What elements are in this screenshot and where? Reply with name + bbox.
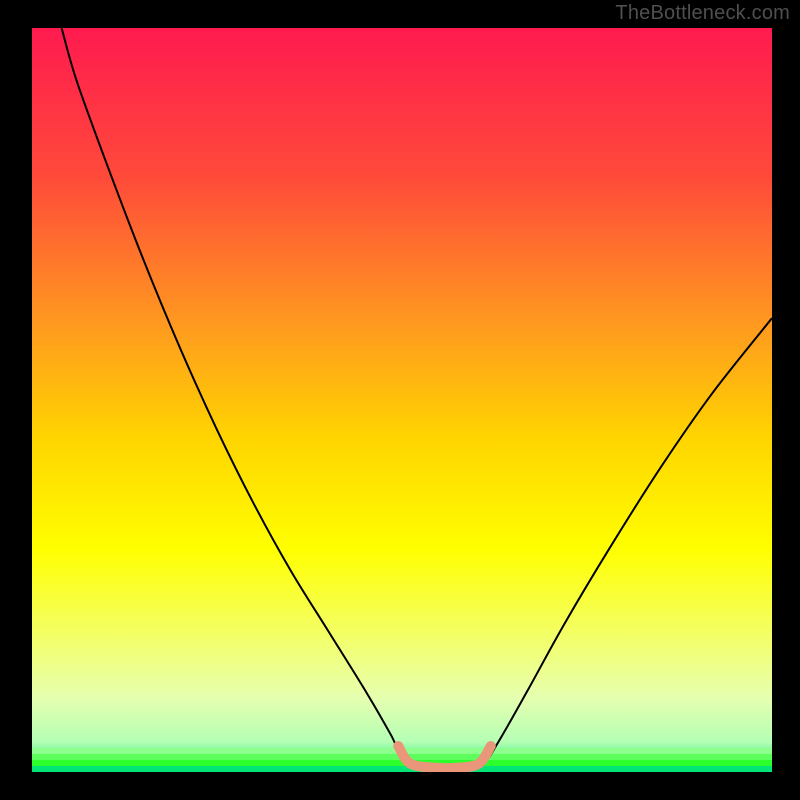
bottleneck-chart — [0, 0, 800, 800]
plot-background — [32, 28, 772, 772]
chart-frame: TheBottleneck.com — [0, 0, 800, 800]
attribution-label: TheBottleneck.com — [615, 2, 790, 25]
